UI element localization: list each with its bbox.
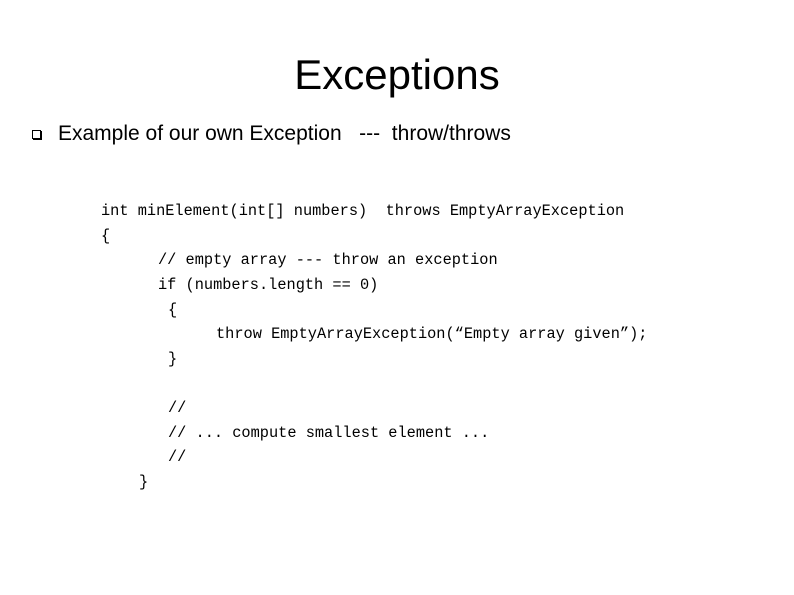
code-line-open-brace: {	[101, 227, 111, 245]
bullet-text: Example of our own Exception --- throw/t…	[58, 122, 511, 145]
code-line-comment-blank-2: //	[168, 448, 187, 466]
code-line-comment-compute: // ... compute smallest element ...	[168, 424, 490, 442]
code-line-close-brace: }	[139, 473, 149, 491]
slide-title: Exceptions	[294, 51, 500, 98]
code-line-comment: // empty array --- throw an exception	[158, 251, 498, 269]
code-line-comment-blank-1: //	[168, 399, 187, 417]
square-bullet-icon	[32, 129, 41, 139]
code-line-signature: int minElement(int[] numbers) throws Emp…	[101, 202, 625, 220]
code-line-if: if (numbers.length == 0)	[158, 276, 379, 294]
slide: Exceptions Example of our own Exception …	[0, 0, 794, 595]
code-line-if-open-brace: {	[168, 301, 178, 319]
bullet-item: Example of our own Exception --- throw/t…	[32, 118, 511, 150]
code-line-if-close-brace: }	[168, 350, 178, 368]
code-line-throw: throw EmptyArrayException(“Empty array g…	[216, 325, 648, 343]
